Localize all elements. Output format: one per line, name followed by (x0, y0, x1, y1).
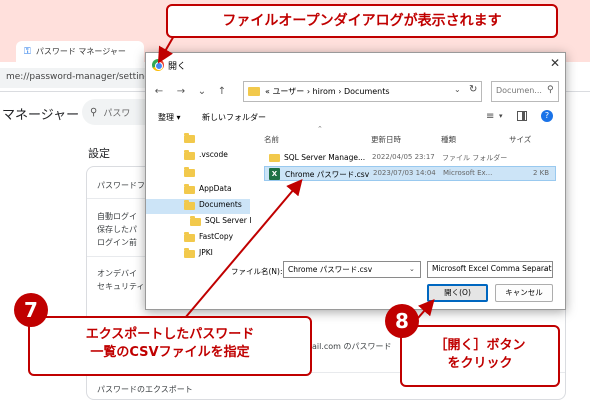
folder-icon (269, 154, 280, 162)
settings-row-desc: セキュリティ (97, 282, 145, 291)
folder-icon (184, 232, 195, 242)
chrome-icon (152, 59, 164, 71)
search-icon: ⚲ (90, 106, 98, 118)
nav-item[interactable] (146, 132, 250, 147)
callout-step-8-line1: ［開く］ボタン (434, 338, 526, 353)
folder-icon (184, 167, 195, 177)
filename-input[interactable]: Chrome パスワード.csv (283, 261, 421, 278)
settings-row-desc: ログイン前 (97, 238, 137, 247)
browser-tab-title: パスワード マネージャー (35, 47, 126, 56)
refresh-icon[interactable]: ↻ (469, 84, 477, 95)
close-icon[interactable]: ✕ (548, 56, 562, 72)
recent-chevron-icon[interactable]: ⌄ (195, 85, 209, 99)
folder-icon (184, 248, 195, 258)
app-title: マネージャー (2, 108, 80, 123)
nav-item-label: Documents (199, 200, 242, 209)
browser-tab[interactable]: ⚿ パスワード マネージャー (16, 41, 144, 62)
nav-item-label: SQL Server I (205, 216, 252, 225)
address-path-box[interactable]: « ユーザー › hirom › Documents ⌄ ↻ (243, 81, 482, 102)
column-size[interactable]: サイズ (509, 134, 531, 145)
export-passwords-label: パスワードのエクスポート (97, 385, 193, 394)
callout-dialog-shown: ファイルオープンダイアログが表示されます (166, 4, 558, 38)
command-bar: 整理 ▾ 新しいフォルダー ≡ ▾ ? (146, 107, 565, 129)
dialog-titlebar (146, 53, 565, 79)
up-arrow-icon[interactable]: ↑ (215, 85, 229, 99)
nav-item[interactable] (146, 166, 250, 181)
app-search-placeholder: パスワ (103, 108, 131, 119)
search-icon: ⚲ (547, 85, 554, 95)
nav-item-sql-server[interactable]: SQL Server I (146, 215, 252, 230)
nav-item-jpki[interactable]: JPKI (146, 247, 250, 262)
chevron-down-icon[interactable]: ⌄ (454, 85, 461, 94)
nav-item-appdata[interactable]: AppData (146, 183, 250, 198)
file-date: 2022/04/05 23:17 (372, 153, 435, 161)
folder-icon (184, 200, 195, 210)
open-button[interactable]: 開く(O) (427, 284, 488, 302)
file-row-folder[interactable]: SQL Server Manage... 2022/04/05 23:17 ファ… (264, 151, 556, 166)
dialog-title: 開く (168, 62, 187, 72)
folder-search-placeholder: Documen... (496, 86, 542, 95)
chevron-down-icon[interactable]: ⌄ (409, 265, 415, 273)
file-type: Microsoft Ex... (443, 169, 493, 177)
callout-step-7: エクスポートしたパスワード 一覧のCSVファイルを指定 (28, 316, 312, 376)
file-date: 2023/07/03 14:04 (373, 169, 436, 177)
settings-heading: 設定 (88, 147, 110, 160)
callout-step-8-line2: をクリック (447, 356, 513, 371)
settings-row-label: パスワードフ (97, 181, 145, 190)
file-open-dialog: 開く ✕ ← → ⌄ ↑ « ユーザー › hirom › Documents … (145, 52, 566, 310)
navigation-bar: ← → ⌄ ↑ « ユーザー › hirom › Documents ⌄ ↻ D… (146, 79, 565, 105)
key-icon: ⚿ (24, 46, 31, 57)
column-date[interactable]: 更新日時 (371, 134, 401, 145)
settings-row-label: オンデバイ (97, 269, 137, 278)
organize-button[interactable]: 整理 ▾ (158, 112, 181, 123)
column-name[interactable]: 名前 (264, 134, 279, 145)
cancel-button[interactable]: キャンセル (495, 284, 553, 302)
file-type: ファイル フォルダー (442, 154, 508, 162)
folder-icon (190, 216, 201, 226)
address-path: « ユーザー › hirom › Documents (265, 87, 390, 96)
folder-icon (248, 87, 260, 96)
forward-arrow-icon[interactable]: → (174, 85, 188, 99)
settings-row-label: 自動ログイ (97, 212, 137, 221)
callout-step-7-line2: 一覧のCSVファイルを指定 (90, 345, 250, 360)
file-name: Chrome パスワード.csv (285, 170, 370, 179)
new-folder-button[interactable]: 新しいフォルダー (202, 112, 266, 123)
view-options-icon[interactable]: ≡ (486, 111, 494, 122)
step-8-badge: 8 (385, 304, 419, 338)
back-arrow-icon[interactable]: ← (152, 85, 166, 99)
nav-item-label: AppData (199, 184, 232, 193)
help-icon[interactable]: ? (541, 110, 553, 122)
nav-item-label: JPKI (199, 248, 213, 257)
chevron-down-icon[interactable]: ⌄ (542, 265, 548, 273)
settings-row-desc: ail.com のパスワード (312, 342, 392, 351)
folder-icon (184, 133, 195, 143)
excel-csv-icon: X (269, 168, 280, 180)
folder-icon (184, 150, 195, 160)
file-list-header: 名前 更新日時 種類 サイズ (261, 131, 565, 147)
nav-item-label: FastCopy (199, 232, 234, 241)
settings-row-desc: 保存したパ (97, 225, 137, 234)
preview-pane-icon[interactable] (517, 111, 527, 121)
nav-item-label: .vscode (199, 150, 228, 159)
file-type-select[interactable]: Microsoft Excel Comma Separat (427, 261, 553, 278)
filename-label: ファイル名(N): (231, 267, 283, 276)
file-size: 2 KB (533, 169, 550, 177)
chevron-down-icon[interactable]: ▾ (499, 112, 503, 120)
callout-step-7-line1: エクスポートしたパスワード (85, 327, 255, 342)
step-7-badge: 7 (14, 293, 48, 327)
column-type[interactable]: 種類 (441, 134, 456, 145)
folder-icon (184, 184, 195, 194)
nav-item-vscode[interactable]: .vscode (146, 149, 250, 164)
nav-item-documents[interactable]: Documents (146, 199, 250, 214)
callout-step-8: ［開く］ボタン をクリック (400, 325, 560, 387)
folder-search-input[interactable]: Documen... ⚲ (491, 81, 559, 102)
nav-item-fastcopy[interactable]: FastCopy (146, 231, 250, 246)
navigation-pane: .vscode AppData Documents SQL Server I F… (146, 129, 252, 262)
file-row-csv[interactable]: X Chrome パスワード.csv 2023/07/03 14:04 Micr… (264, 166, 556, 181)
file-name: SQL Server Manage... (284, 153, 366, 162)
